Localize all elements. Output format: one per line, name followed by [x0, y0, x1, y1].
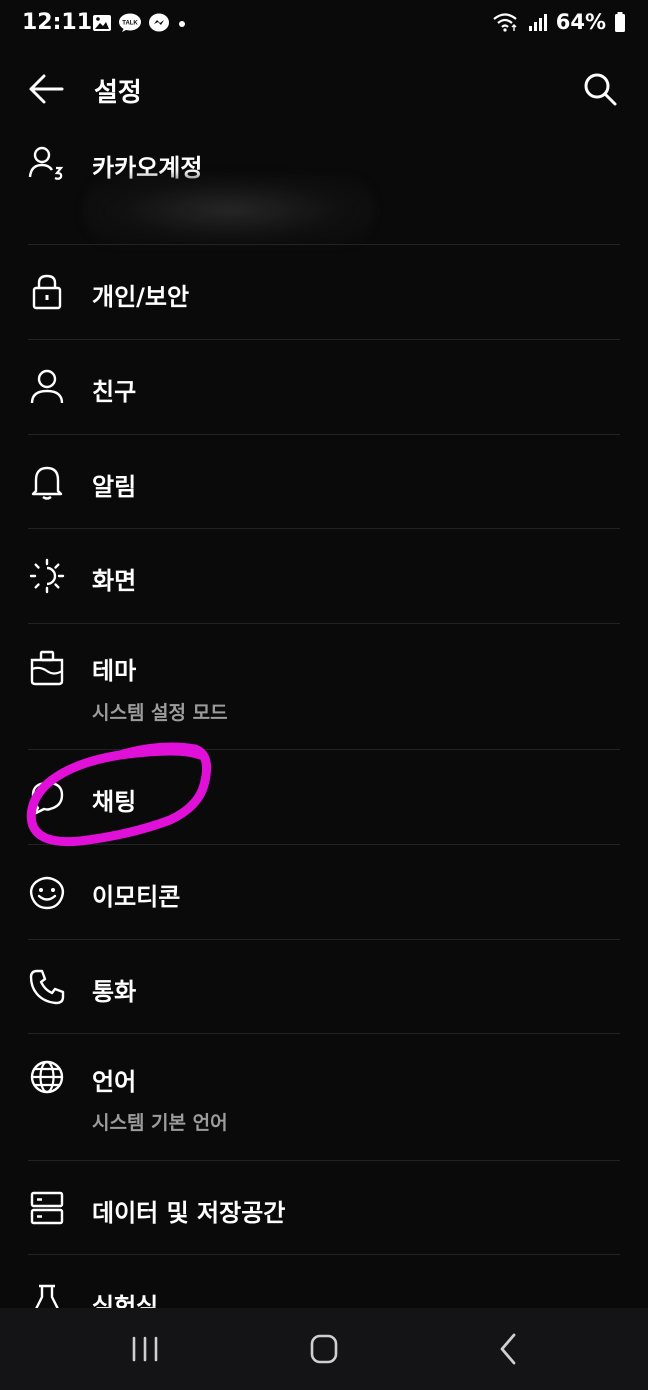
settings-item-data-storage[interactable]: 데이터 및 저장공간: [28, 1161, 620, 1254]
svg-text:TALK: TALK: [122, 21, 138, 27]
settings-item-label: 채팅: [92, 788, 137, 816]
bell-icon: [31, 466, 63, 500]
search-icon[interactable]: [580, 69, 620, 109]
settings-item-kakao-account[interactable]: 카카오계정: [28, 130, 620, 245]
settings-item-language[interactable]: 언어 시스템 기본 언어: [28, 1034, 620, 1160]
storage-icon: [30, 1191, 64, 1225]
page-title: 설정: [94, 78, 142, 108]
gallery-icon: [93, 15, 111, 31]
globe-icon: [30, 1060, 64, 1094]
signal-icon: [528, 14, 547, 31]
settings-item-label: 통화: [92, 978, 137, 1006]
kakaotalk-notification-icon: TALK: [119, 13, 141, 32]
brightness-icon: [29, 558, 65, 594]
system-nav-bar: [0, 1308, 648, 1390]
settings-item-label: 테마: [92, 657, 137, 685]
settings-item-label: 개인/보안: [92, 283, 190, 311]
home-icon[interactable]: [294, 1326, 354, 1372]
dot-indicator: [179, 21, 185, 27]
settings-item-privacy-security[interactable]: 개인/보안: [28, 245, 620, 339]
emoticon-icon: [29, 876, 65, 910]
flask-icon: [35, 1284, 59, 1308]
status-bar: 12:11 TALK 64%: [0, 0, 648, 50]
settings-item-chat[interactable]: 채팅: [28, 750, 620, 844]
settings-item-label: 화면: [92, 567, 137, 595]
settings-item-notifications[interactable]: 알림: [28, 435, 620, 528]
phone-icon: [29, 969, 65, 1005]
settings-item-sublabel: 시스템 설정 모드: [92, 702, 228, 724]
chat-bubble-icon: [31, 781, 64, 816]
settings-item-label: 언어: [92, 1068, 137, 1096]
settings-item-label: 친구: [92, 378, 137, 406]
settings-item-emoticons[interactable]: 이모티콘: [28, 845, 620, 939]
settings-item-calls[interactable]: 통화: [28, 940, 620, 1033]
recent-apps-icon[interactable]: [115, 1326, 175, 1372]
account-info-blurred: [84, 175, 374, 245]
account-icon: [28, 146, 64, 180]
settings-item-labs[interactable]: 실험실: [28, 1255, 620, 1308]
settings-item-sublabel: 시스템 기본 언어: [92, 1112, 228, 1134]
theme-icon: [30, 650, 64, 686]
status-right: 64%: [492, 10, 626, 34]
settings-item-theme[interactable]: 테마 시스템 설정 모드: [28, 624, 620, 749]
settings-item-display[interactable]: 화면: [28, 529, 620, 623]
messenger-icon: [149, 13, 169, 32]
back-arrow-icon[interactable]: [26, 69, 66, 109]
back-icon[interactable]: [478, 1326, 538, 1372]
settings-item-label: 알림: [92, 473, 137, 501]
wifi-icon: [493, 13, 517, 32]
settings-item-friends[interactable]: 친구: [28, 340, 620, 434]
battery-percent: 64%: [555, 10, 606, 34]
battery-icon: [615, 12, 625, 32]
settings-list: 카카오계정 개인/보안 친구 알림 화면 테마 시스템 설정 모드 채팅 이모티…: [0, 130, 648, 1308]
app-header: 설정: [0, 55, 648, 121]
person-icon: [30, 369, 64, 404]
notification-icons: TALK: [92, 13, 188, 33]
settings-item-label: 실험실: [92, 1293, 159, 1308]
settings-item-label: 데이터 및 저장공간: [92, 1199, 286, 1227]
status-time: 12:11: [22, 10, 93, 35]
settings-item-label: 이모티콘: [92, 883, 181, 911]
lock-icon: [32, 274, 62, 310]
